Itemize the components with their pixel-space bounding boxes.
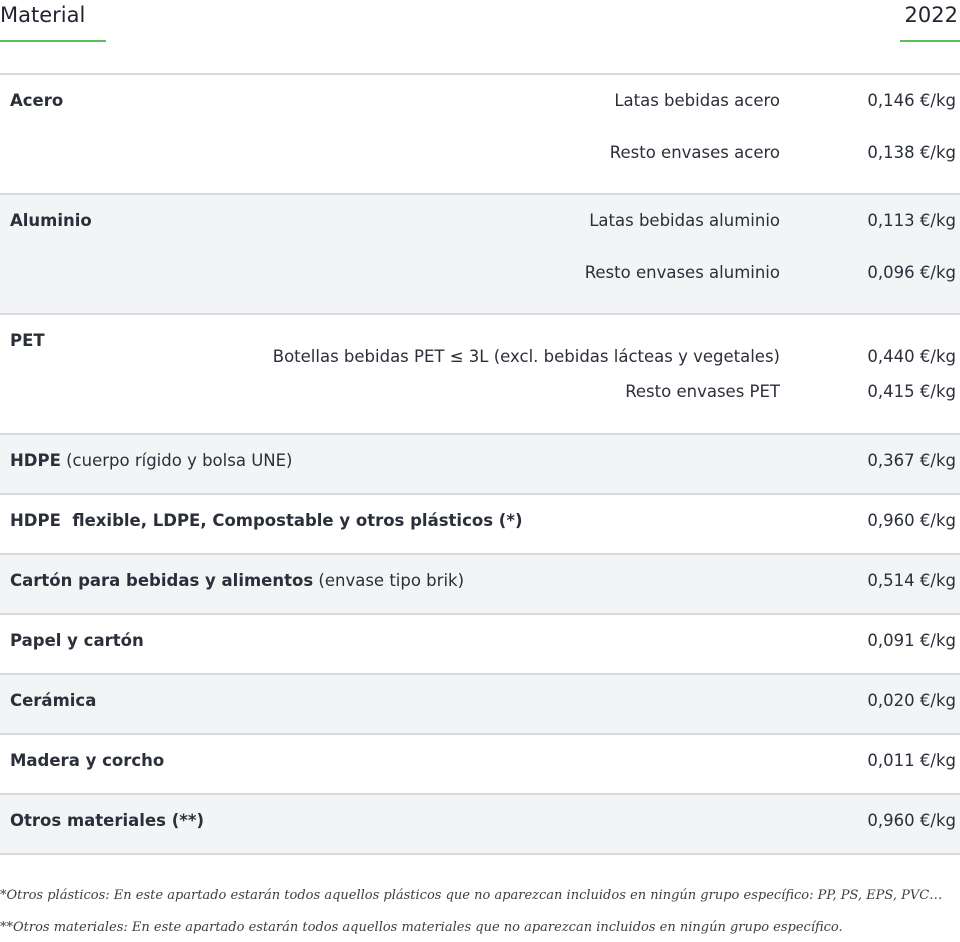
price-value: 0,440 €/kg [867,347,956,366]
sub-item-label: Latas bebidas aluminio [589,211,780,230]
price-value: 0,091 €/kg [867,631,956,650]
price-value: 0,367 €/kg [867,451,956,470]
material-name: Madera y corcho [10,751,165,770]
material-header-underline [0,40,106,42]
table-row-hdpe: HDPE (cuerpo rígido y bolsa UNE) 0,367 €… [0,435,960,495]
fee-table: Acero Latas bebidas acero 0,146 €/kg Res… [0,73,960,855]
material-note: (cuerpo rígido y bolsa UNE) [60,451,293,470]
table-row-pet: PET Botellas bebidas PET ≤ 3L (excl. beb… [0,315,960,435]
table-row-otros-materiales: Otros materiales (**) 0,960 €/kg [0,795,960,855]
price-value: 0,960 €/kg [867,811,956,830]
material-column-header: Material [0,3,86,27]
footnote-otros-plasticos: *Otros plásticos: En este apartado estar… [0,888,943,903]
price-value: 0,146 €/kg [867,91,956,110]
table-header: Material 2022 [0,0,960,42]
material-name: Cartón para bebidas y alimentos (envase … [10,571,465,590]
material-name: HDPE (cuerpo rígido y bolsa UNE) [10,451,293,470]
table-row-carton-bebidas: Cartón para bebidas y alimentos (envase … [0,555,960,615]
price-value: 0,096 €/kg [867,263,956,282]
material-note: (envase tipo brik) [313,571,465,590]
year-header-underline [900,40,960,42]
table-row-ceramica: Cerámica 0,020 €/kg [0,675,960,735]
table-row-hdpe-flexible: HDPE flexible, LDPE, Compostable y otros… [0,495,960,555]
sub-item-label: Resto envases acero [609,143,780,162]
material-name: Acero [10,91,64,110]
material-name: PET [10,331,45,350]
price-value: 0,011 €/kg [867,751,956,770]
price-value: 0,415 €/kg [867,382,956,401]
price-value: 0,113 €/kg [867,211,956,230]
table-row-aluminio: Aluminio Latas bebidas aluminio 0,113 €/… [0,195,960,315]
material-name: Papel y cartón [10,631,144,650]
price-value: 0,960 €/kg [867,511,956,530]
material-name: Cerámica [10,691,97,710]
material-name: HDPE flexible, LDPE, Compostable y otros… [10,511,523,530]
price-value: 0,020 €/kg [867,691,956,710]
year-column-header: 2022 [904,3,958,27]
footnote-otros-materiales: **Otros materiales: En este apartado est… [0,920,843,935]
material-name: Otros materiales (**) [10,811,205,830]
sub-item-label: Resto envases PET [625,382,780,401]
sub-item-label: Resto envases aluminio [584,263,780,282]
table-row-acero: Acero Latas bebidas acero 0,146 €/kg Res… [0,75,960,195]
price-value: 0,138 €/kg [867,143,956,162]
footnotes: *Otros plásticos: En este apartado estar… [0,886,960,942]
sub-item-label: Botellas bebidas PET ≤ 3L (excl. bebidas… [272,347,780,366]
sub-item-label: Latas bebidas acero [614,91,780,110]
material-name: Aluminio [10,211,92,230]
table-row-madera-corcho: Madera y corcho 0,011 €/kg [0,735,960,795]
price-value: 0,514 €/kg [867,571,956,590]
table-row-papel-carton: Papel y cartón 0,091 €/kg [0,615,960,675]
